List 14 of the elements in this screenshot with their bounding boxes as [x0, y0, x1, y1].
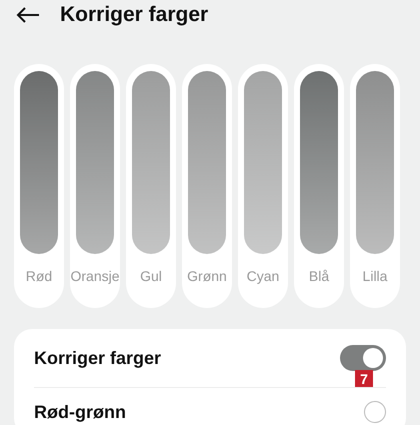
- swatch-label: Cyan: [246, 268, 280, 284]
- setting-label: Rød-grønn: [34, 402, 126, 422]
- swatch-label: Lilla: [362, 268, 388, 284]
- back-icon[interactable]: [16, 6, 40, 24]
- radio-button[interactable]: [364, 401, 386, 423]
- swatch-label: Grønn: [187, 268, 227, 284]
- step-badge: 7: [355, 370, 373, 388]
- swatch-label: Rød: [26, 268, 52, 284]
- swatch-label: Oransje: [70, 268, 120, 284]
- page-title: Korriger farger: [60, 3, 208, 27]
- toggle-switch[interactable]: [340, 345, 386, 371]
- swatch-label: Blå: [308, 268, 330, 284]
- setting-label: Korriger farger: [34, 348, 162, 368]
- swatch-label: Gul: [140, 268, 162, 284]
